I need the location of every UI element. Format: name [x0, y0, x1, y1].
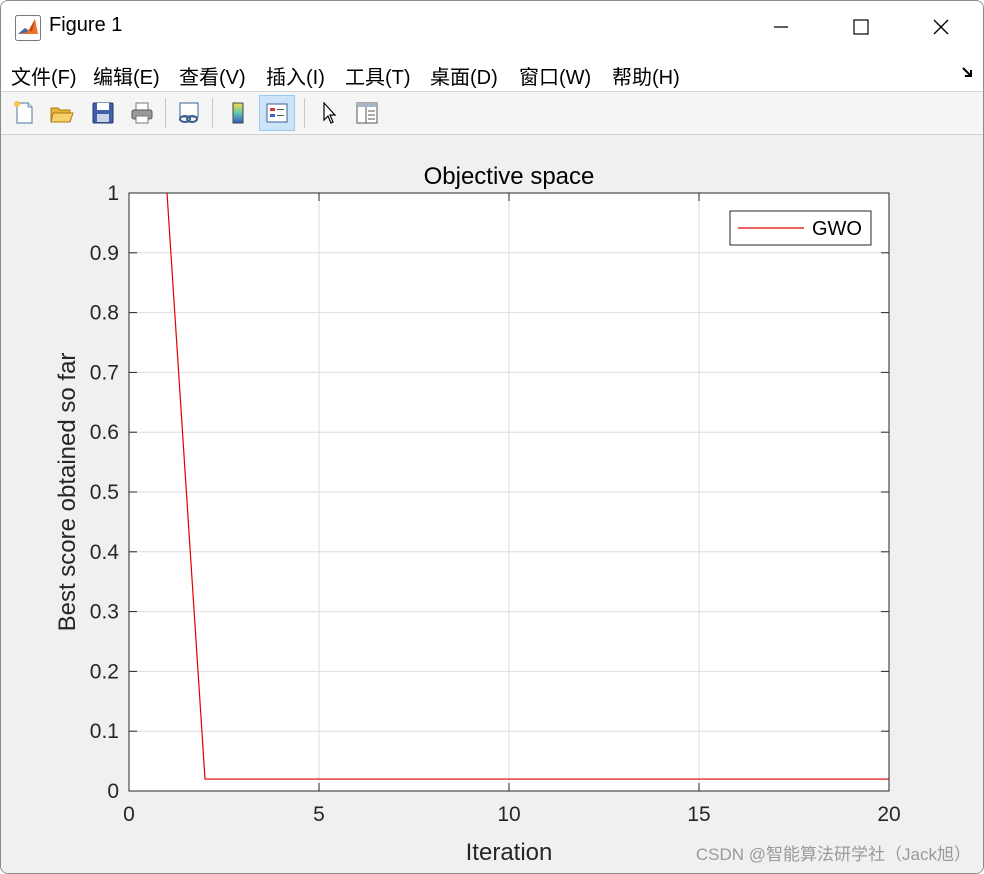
- maximize-icon: [853, 19, 869, 35]
- toolbar-separator: [212, 98, 213, 128]
- figure-canvas: 0 5 10 15 20 0 0.1 0.2 0.3 0.4 0.5 0.6 0.7 0.8 0.9 1 Ob…: [1, 135, 983, 873]
- colorbar-button[interactable]: [220, 95, 256, 131]
- figure-window: Figure 1 文件(F) 编辑(E) 查看(V) 插入(I) 工具(T) 桌…: [0, 0, 984, 874]
- link-plot-icon: [179, 102, 199, 123]
- menu-edit[interactable]: 编辑(E): [93, 61, 160, 90]
- pointer-icon: [323, 101, 337, 124]
- new-figure-button[interactable]: [6, 95, 42, 131]
- property-inspector-icon: [356, 102, 378, 124]
- minimize-button[interactable]: [741, 1, 821, 53]
- dock-arrow-icon[interactable]: [961, 65, 975, 79]
- menu-window[interactable]: 窗口(W): [519, 61, 591, 90]
- y-tick-label: 0.1: [90, 720, 119, 743]
- menu-bar: 文件(F) 编辑(E) 查看(V) 插入(I) 工具(T) 桌面(D) 窗口(W…: [1, 53, 983, 92]
- close-icon: [933, 19, 949, 35]
- title-bar[interactable]: Figure 1: [1, 1, 983, 53]
- x-tick-label: 0: [123, 803, 135, 826]
- y-axis-label: Best score obtained so far: [54, 353, 81, 632]
- colorbar-icon: [232, 102, 244, 124]
- x-tick-label: 5: [313, 803, 325, 826]
- new-figure-icon: [14, 101, 33, 124]
- toolbar-separator: [165, 98, 166, 128]
- window-title: Figure 1: [49, 14, 123, 36]
- legend-button[interactable]: [259, 95, 295, 131]
- line-chart: 0 5 10 15 20 0 0.1 0.2 0.3 0.4 0.5 0.6 0.7 0.8 0.9 1 Ob…: [54, 163, 901, 866]
- x-tick-label: 15: [687, 803, 710, 826]
- menu-view[interactable]: 查看(V): [179, 61, 246, 90]
- x-tick-label: 10: [497, 803, 520, 826]
- menu-file[interactable]: 文件(F): [11, 61, 77, 90]
- menu-desktop[interactable]: 桌面(D): [430, 61, 498, 90]
- save-icon: [92, 102, 114, 124]
- watermark: CSDN @智能算法研学社（Jack旭）: [695, 845, 971, 864]
- close-button[interactable]: [901, 1, 981, 53]
- y-tick-label: 0.3: [90, 601, 119, 624]
- y-tick-label: 0: [107, 780, 119, 803]
- edit-plot-button[interactable]: [311, 95, 347, 131]
- toolbar: [1, 92, 983, 135]
- menu-help[interactable]: 帮助(H): [612, 61, 680, 90]
- y-tick-label: 0.9: [90, 242, 119, 265]
- y-tick-label: 0.6: [90, 421, 119, 444]
- legend[interactable]: GWO: [729, 210, 872, 246]
- maximize-button[interactable]: [821, 1, 901, 53]
- x-axis-label: Iteration: [466, 839, 553, 866]
- y-tick-label: 0.2: [90, 660, 119, 683]
- legend-icon: [266, 103, 288, 123]
- print-button[interactable]: [124, 95, 160, 131]
- y-tick-label: 0.4: [90, 541, 120, 564]
- open-file-icon: [50, 107, 74, 123]
- menu-insert[interactable]: 插入(I): [266, 61, 325, 90]
- link-plot-button[interactable]: [171, 95, 207, 131]
- print-icon: [131, 102, 153, 124]
- matlab-logo-icon: [15, 15, 41, 41]
- y-tick-label: 0.7: [90, 361, 119, 384]
- x-tick-label: 20: [877, 803, 900, 826]
- save-button[interactable]: [85, 95, 121, 131]
- toolbar-separator: [304, 98, 305, 128]
- y-tick-label: 0.5: [90, 481, 119, 504]
- open-file-button[interactable]: [44, 95, 80, 131]
- chart-title: Objective space: [424, 163, 595, 190]
- legend-label: GWO: [812, 218, 862, 240]
- minimize-icon: [774, 26, 788, 28]
- menu-tools[interactable]: 工具(T): [345, 61, 411, 90]
- y-tick-label: 0.8: [90, 302, 119, 325]
- property-inspector-button[interactable]: [349, 95, 385, 131]
- y-tick-label: 1: [107, 182, 119, 205]
